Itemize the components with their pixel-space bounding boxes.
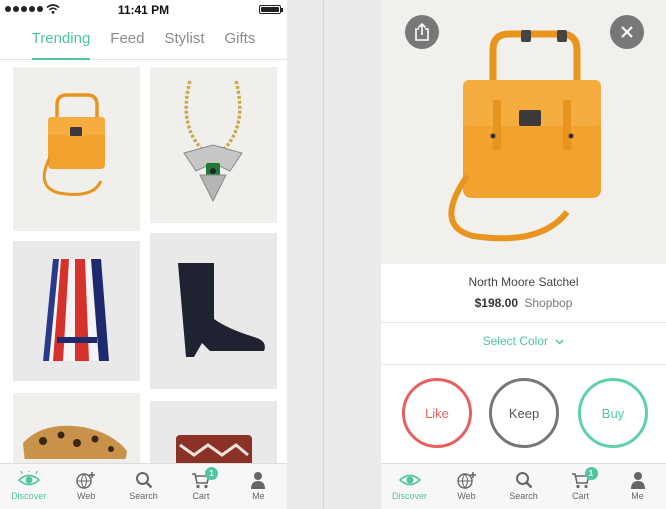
- tab-me-label: Me: [252, 491, 265, 501]
- select-color-label: Select Color: [482, 334, 549, 348]
- cart-badge: 1: [584, 467, 598, 480]
- divider: [381, 322, 666, 323]
- tab-me-label: Me: [631, 491, 644, 501]
- tab-discover-label: Discover: [11, 491, 47, 501]
- tab-stylist[interactable]: Stylist: [165, 20, 205, 59]
- product-detail-screen: North Moore Satchel $198.00 Shopbop Sele…: [381, 0, 666, 509]
- select-color-dropdown[interactable]: Select Color: [381, 334, 666, 348]
- person-icon: [630, 472, 645, 489]
- skirt-image: [43, 259, 109, 361]
- person-icon: [251, 472, 266, 489]
- satchel-image: [42, 93, 105, 196]
- search-icon: [515, 472, 532, 489]
- tab-search-label: Search: [129, 491, 158, 501]
- top-tab-bar: Trending Feed Stylist Gifts: [0, 20, 287, 60]
- share-icon: [415, 23, 429, 41]
- store-name[interactable]: Shopbop: [524, 296, 572, 310]
- grid-item-leopard-shoe[interactable]: [13, 393, 140, 463]
- tab-feed[interactable]: Feed: [110, 20, 144, 59]
- buy-label: Buy: [601, 405, 625, 421]
- close-icon: [621, 26, 633, 38]
- tab-search[interactable]: Search: [115, 464, 172, 509]
- eye-icon: [398, 474, 421, 486]
- phone-gap: [287, 0, 381, 509]
- globe-plus-icon: [76, 472, 96, 489]
- pillow-image: [176, 435, 252, 463]
- tab-search[interactable]: Search: [495, 464, 552, 509]
- close-button[interactable]: [610, 15, 644, 49]
- tab-web[interactable]: Web: [438, 464, 495, 509]
- tab-cart-label: Cart: [571, 491, 589, 501]
- tab-cart[interactable]: 1 Cart: [172, 464, 229, 509]
- tab-search-label: Search: [509, 491, 538, 501]
- product-hero-image: [381, 0, 666, 264]
- necklace-image: [183, 80, 243, 203]
- eye-icon: [17, 471, 40, 486]
- share-button[interactable]: [405, 15, 439, 49]
- grid-item-necklace[interactable]: [150, 67, 277, 223]
- like-button[interactable]: Like: [402, 378, 472, 448]
- tab-discover[interactable]: Discover: [0, 464, 57, 509]
- battery-icon: [259, 5, 283, 14]
- grid-item-pillow[interactable]: [150, 401, 277, 463]
- tab-gifts[interactable]: Gifts: [225, 20, 256, 59]
- status-bar: 11:41 PM: [0, 0, 287, 20]
- buy-button[interactable]: Buy: [578, 378, 648, 448]
- cart-badge: 1: [204, 467, 218, 480]
- tab-discover[interactable]: Discover: [381, 464, 438, 509]
- grid-item-pleated-skirt[interactable]: [13, 241, 140, 381]
- like-label: Like: [425, 405, 449, 421]
- grid-item-orange-satchel[interactable]: [13, 67, 140, 231]
- product-price: $198.00: [474, 296, 518, 310]
- tab-me[interactable]: Me: [609, 464, 666, 509]
- tab-web-label: Web: [457, 491, 476, 501]
- discover-screen: 11:41 PM Trending Feed Stylist Gifts Dis…: [0, 0, 287, 509]
- product-name: North Moore Satchel: [468, 275, 579, 289]
- price-row: $198.00 Shopbop: [381, 296, 666, 310]
- status-time: 11:41 PM: [117, 3, 170, 17]
- divider: [381, 364, 666, 365]
- tab-me[interactable]: Me: [230, 464, 287, 509]
- tab-trending[interactable]: Trending: [31, 20, 90, 60]
- tab-web-label: Web: [76, 491, 96, 501]
- tab-cart[interactable]: 1 Cart: [552, 464, 609, 509]
- globe-plus-icon: [456, 472, 476, 489]
- keep-label: Keep: [508, 405, 540, 421]
- screenshot-stage: 11:41 PM Trending Feed Stylist Gifts Dis…: [0, 0, 666, 509]
- bottom-tab-bar: Discover Web Search 1 Cart Me: [0, 463, 287, 509]
- product-grid: [0, 61, 287, 463]
- bottom-tab-bar: Discover Web Search 1 Cart Me: [381, 463, 666, 509]
- leopard-shoe-image: [23, 425, 127, 463]
- tab-cart-label: Cart: [192, 491, 210, 501]
- chevron-down-icon: [555, 339, 564, 345]
- keep-button[interactable]: Keep: [489, 378, 559, 448]
- tab-discover-label: Discover: [391, 491, 427, 501]
- search-icon: [135, 472, 152, 489]
- tab-web[interactable]: Web: [57, 464, 114, 509]
- grid-item-ankle-boot[interactable]: [150, 233, 277, 389]
- boot-image: [178, 263, 265, 357]
